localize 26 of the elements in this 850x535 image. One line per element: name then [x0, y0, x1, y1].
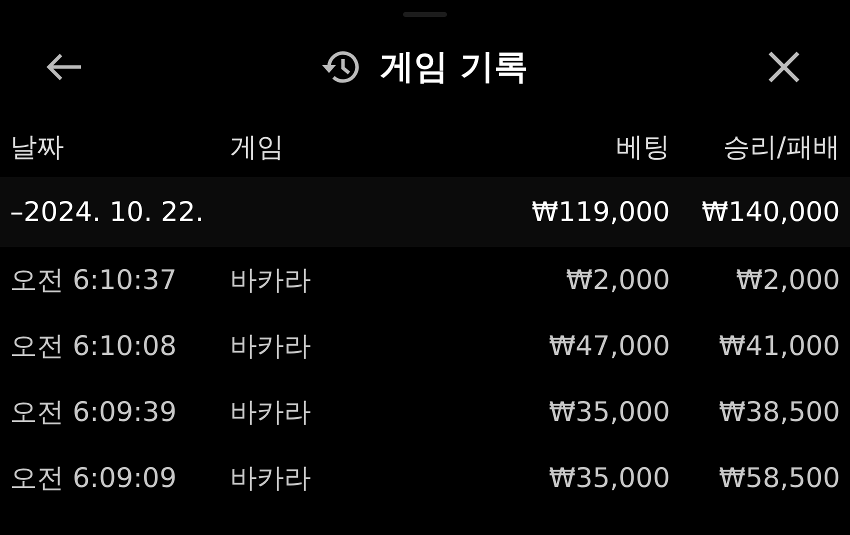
column-header: 승리/패배: [722, 131, 840, 165]
table-cell-text: ₩140,000: [700, 196, 840, 228]
table-cell-text: ₩58,500: [718, 462, 840, 494]
table-cell-text: 바카라: [230, 462, 312, 496]
table-cell-text: ₩119,000: [530, 196, 670, 228]
table-cell-text: ₩35,000: [548, 462, 670, 494]
table-cell-text: 오전 6:10:08: [10, 330, 178, 364]
table-cell-text: ₩41,000: [718, 330, 840, 362]
date-group[interactable]: –2024. 10. 22.: [10, 196, 230, 228]
table-cell-text: 바카라: [230, 330, 312, 364]
table-cell-text: ₩47,000: [548, 330, 670, 362]
column-header: 날짜: [10, 131, 65, 165]
column-header: 베팅: [615, 131, 670, 165]
table-cell-text: ₩38,500: [718, 396, 840, 428]
table-cell-text: 바카라: [230, 396, 312, 430]
table-cell-text: 오전 6:10:37: [10, 264, 178, 298]
table-cell-text: ₩2,000: [565, 264, 670, 296]
table-cell-text: 오전 6:09:09: [10, 462, 178, 496]
table-cell-text: ₩35,000: [548, 396, 670, 428]
window-title: 게임 기록: [380, 46, 528, 89]
table-cell-text: ₩2,000: [735, 264, 840, 296]
column-header: 게임: [230, 131, 285, 165]
drag-handle[interactable]: [403, 12, 447, 17]
history-icon: [320, 49, 360, 85]
table-cell-text: 바카라: [230, 264, 312, 298]
table-cell-text: 오전 6:09:39: [10, 396, 178, 430]
